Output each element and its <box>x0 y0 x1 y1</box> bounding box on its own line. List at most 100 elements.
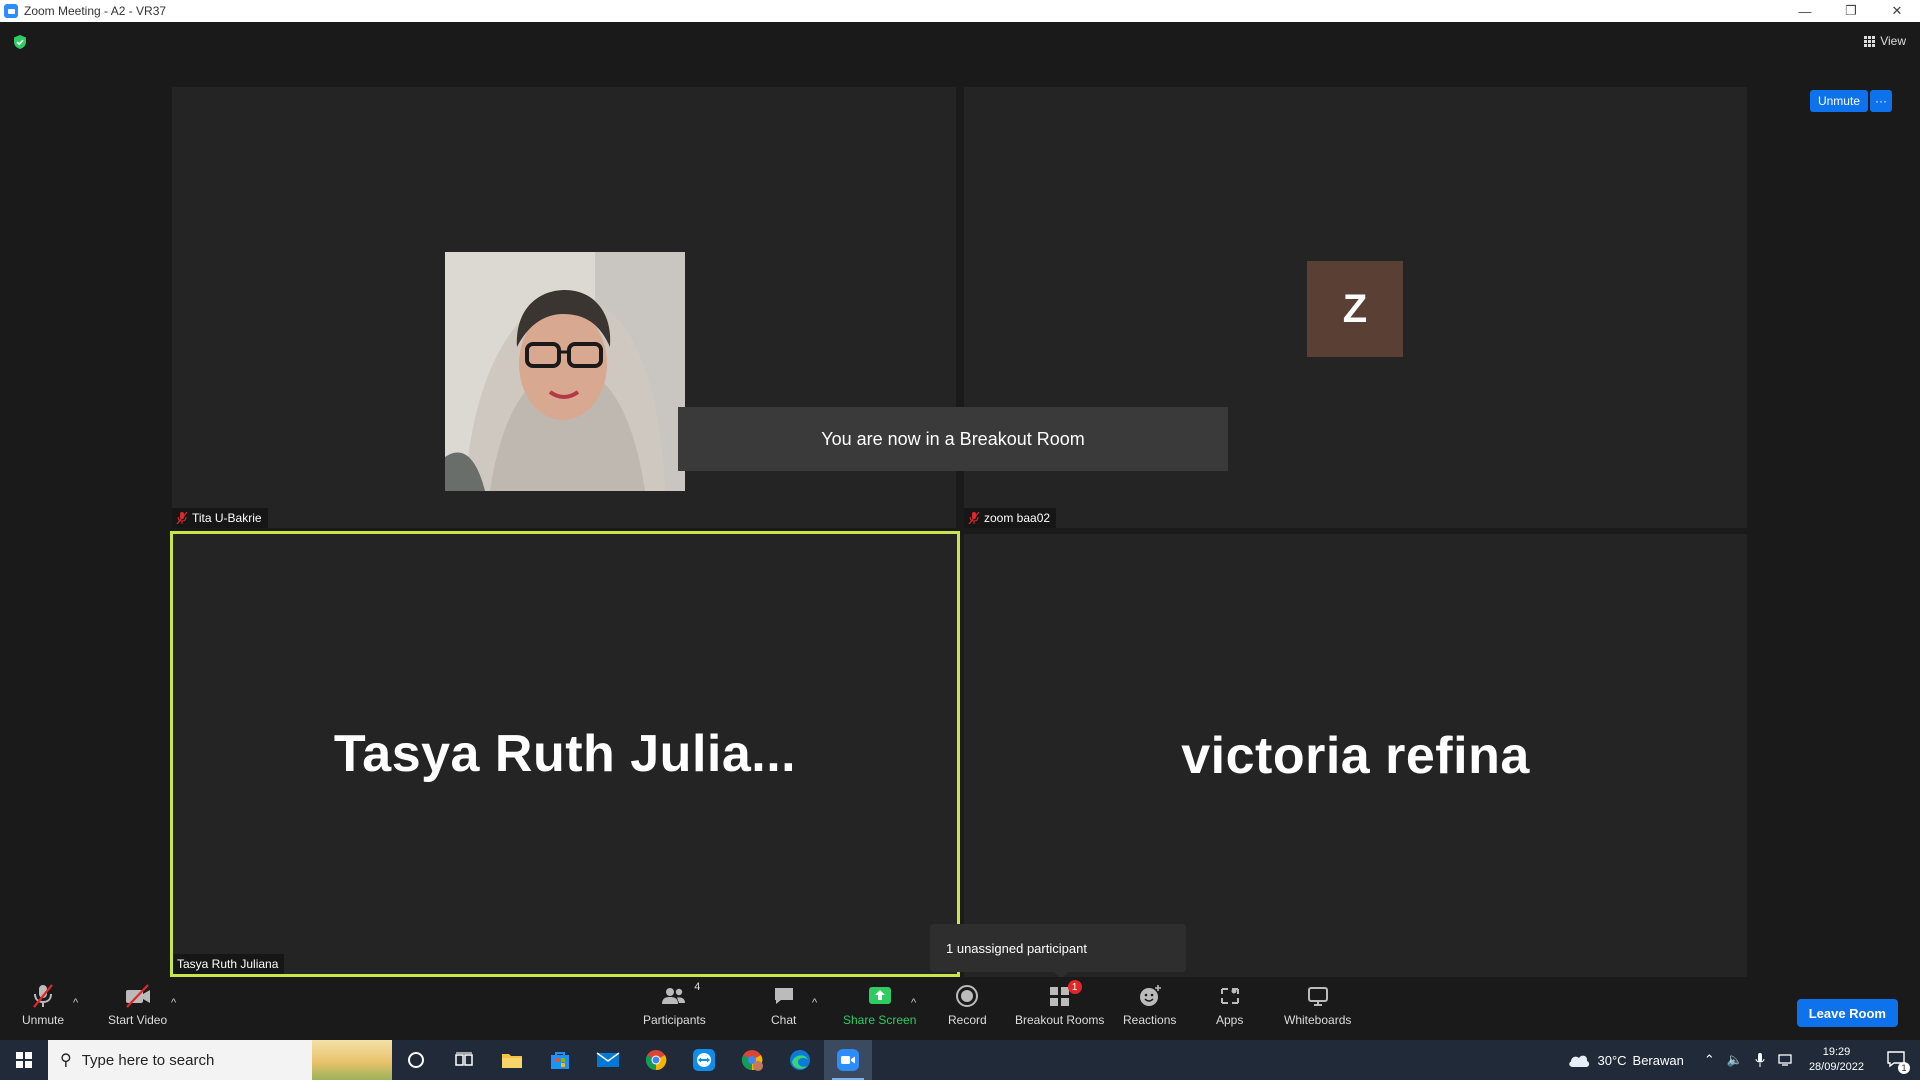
participant-name-tag: Tita U-Bakrie <box>172 508 268 528</box>
weather-widget[interactable]: 30°C Berawan <box>1567 1052 1684 1068</box>
video-off-icon <box>124 983 152 1009</box>
store-icon <box>551 1052 569 1069</box>
taskbar-teamviewer[interactable] <box>680 1040 728 1080</box>
unmute-label: Unmute <box>22 1013 65 1027</box>
grid-view-icon <box>1864 35 1876 47</box>
ask-unmute-button[interactable]: Unmute <box>1809 90 1868 112</box>
participants-button[interactable]: 4 Participants <box>643 981 706 1027</box>
apps-label: Apps <box>1216 1013 1244 1027</box>
taskbar-clock[interactable]: 19:29 28/09/2022 <box>1809 1045 1864 1075</box>
breakout-rooms-button[interactable]: 1 Breakout Rooms <box>1015 980 1105 1027</box>
clock-time: 19:29 <box>1822 1046 1851 1058</box>
record-button[interactable]: Record <box>948 983 987 1027</box>
participant-name: zoom baa02 <box>984 511 1051 525</box>
breakout-rooms-icon: 1 <box>1047 980 1082 1009</box>
video-tile-tasya[interactable]: Tasya Ruth Julia... Tasya Ruth Juliana <box>170 531 960 977</box>
share-screen-icon <box>867 983 893 1009</box>
task-view-button[interactable] <box>440 1040 488 1080</box>
meeting-toolbar: Unmute ^ Start Video ^ 4 Participants Ch… <box>0 977 1920 1040</box>
speaker-icon[interactable]: 🔈 <box>1727 1052 1743 1068</box>
unassigned-participant-tooltip[interactable]: 1 unassigned participant <box>930 924 1186 979</box>
taskbar-edge[interactable] <box>776 1040 824 1080</box>
participant-name-tag: Tasya Ruth Juliana <box>173 954 285 974</box>
microphone-icon[interactable] <box>1755 1052 1765 1068</box>
record-label: Record <box>948 1013 987 1027</box>
apps-button[interactable]: Apps <box>1216 983 1243 1027</box>
taskbar-mail[interactable] <box>584 1040 632 1080</box>
minimize-button[interactable]: — <box>1782 0 1828 22</box>
participant-name-tag: zoom baa02 <box>964 508 1057 528</box>
zoom-icon <box>837 1049 859 1071</box>
unmute-button[interactable]: Unmute <box>22 983 64 1027</box>
share-screen-button[interactable]: Share Screen <box>843 983 916 1027</box>
participant-name: Tasya Ruth Juliana <box>177 957 279 971</box>
weather-description: Berawan <box>1632 1052 1684 1068</box>
meeting-area: View Tita U-Bakrie Z zoom baa02 Unmute ·… <box>0 22 1920 979</box>
avatar: Z <box>1307 261 1403 357</box>
edge-icon <box>790 1050 810 1070</box>
windows-taskbar: ⚲ Type here to search 30°C Berawan ⌃ 🔈 1… <box>0 1040 1920 1080</box>
muted-mic-icon <box>31 983 55 1009</box>
breakout-rooms-label: Breakout Rooms <box>1015 1013 1105 1027</box>
window-controls: — ❐ ✕ <box>1782 0 1920 22</box>
video-options-caret[interactable]: ^ <box>171 997 176 1009</box>
start-video-label: Start Video <box>108 1013 168 1027</box>
action-center-button[interactable]: 1 <box>1886 1050 1910 1074</box>
taskbar-file-explorer[interactable] <box>488 1040 536 1080</box>
unassigned-text: 1 unassigned participant <box>946 940 1087 956</box>
more-options-button[interactable]: ··· <box>1870 90 1892 112</box>
security-shield-icon[interactable] <box>12 34 28 50</box>
participant-display-name: victoria refina <box>1181 726 1530 785</box>
notification-count: 1 <box>1898 1061 1910 1074</box>
search-highlight-image <box>312 1040 392 1080</box>
search-icon: ⚲ <box>60 1052 72 1069</box>
folder-icon <box>502 1054 522 1068</box>
taskbar-chrome[interactable] <box>632 1040 680 1080</box>
breakout-badge: 1 <box>1067 980 1082 994</box>
participants-icon: 4 <box>660 981 700 1009</box>
window-title-bar: Zoom Meeting - A2 - VR37 — ❐ ✕ <box>0 0 1920 22</box>
share-options-caret[interactable]: ^ <box>911 997 916 1009</box>
windows-logo-icon <box>16 1052 32 1068</box>
chrome-icon <box>645 1050 667 1071</box>
taskbar-zoom[interactable] <box>824 1040 872 1080</box>
mail-icon <box>596 1052 620 1067</box>
network-icon[interactable] <box>1777 1053 1793 1067</box>
muted-mic-icon <box>176 511 188 525</box>
participants-count: 4 <box>694 981 701 993</box>
view-button[interactable]: View <box>1864 34 1906 48</box>
zoom-app-icon <box>4 4 18 18</box>
audio-options-caret[interactable]: ^ <box>73 997 78 1009</box>
reactions-icon <box>1137 983 1163 1009</box>
chevron-up-icon[interactable]: ⌃ <box>1704 1052 1715 1068</box>
video-tile-victoria[interactable]: victoria refina <box>964 534 1747 977</box>
chrome-profile-icon <box>741 1050 763 1071</box>
apps-icon <box>1218 983 1242 1009</box>
reactions-label: Reactions <box>1123 1013 1177 1027</box>
cortana-icon <box>408 1052 424 1068</box>
whiteboards-label: Whiteboards <box>1284 1013 1352 1027</box>
start-button[interactable] <box>0 1040 48 1080</box>
taskbar-store[interactable] <box>536 1040 584 1080</box>
record-icon <box>955 983 979 1009</box>
taskbar-chrome-profile[interactable] <box>728 1040 776 1080</box>
clock-date: 28/09/2022 <box>1808 1061 1864 1073</box>
whiteboard-icon <box>1306 983 1330 1009</box>
close-button[interactable]: ✕ <box>1874 0 1920 22</box>
leave-room-button[interactable]: Leave Room <box>1796 999 1898 1027</box>
restore-button[interactable]: ❐ <box>1828 0 1874 22</box>
chat-button[interactable]: Chat <box>771 983 796 1027</box>
search-placeholder: Type here to search <box>81 1051 215 1069</box>
share-screen-label: Share Screen <box>843 1013 917 1027</box>
start-video-button[interactable]: Start Video <box>108 983 167 1027</box>
chat-icon <box>772 983 796 1009</box>
view-label: View <box>1880 34 1906 48</box>
window-title: Zoom Meeting - A2 - VR37 <box>24 4 167 18</box>
cortana-button[interactable] <box>392 1040 440 1080</box>
cloud-icon <box>1569 1055 1590 1067</box>
reactions-button[interactable]: Reactions <box>1123 983 1176 1027</box>
task-view-icon <box>455 1052 473 1066</box>
chat-options-caret[interactable]: ^ <box>812 997 817 1009</box>
taskbar-search[interactable]: ⚲ Type here to search <box>48 1040 392 1080</box>
whiteboards-button[interactable]: Whiteboards <box>1284 983 1351 1027</box>
